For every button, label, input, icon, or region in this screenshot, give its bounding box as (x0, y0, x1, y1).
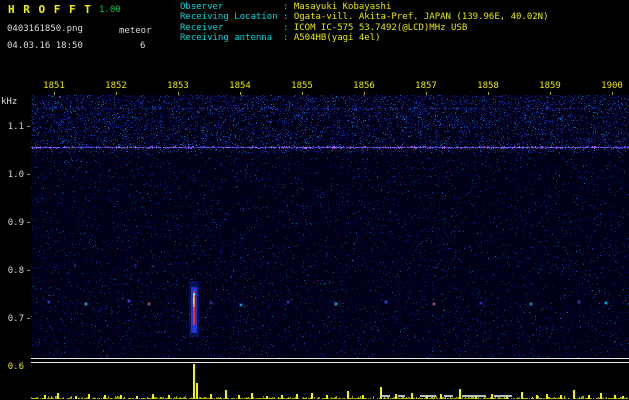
frequency-axis: 1.1 1.0 0.9 0.8 0.7 0.6 (0, 0, 30, 400)
time-axis: 1851 1852 1853 1854 1855 1856 1857 1858 1859 1900 (0, 81, 629, 96)
spectrogram-canvas (31, 95, 629, 358)
freq-tick-mark (27, 126, 30, 127)
time-tick-label: 1858 (477, 81, 499, 91)
info-value: Ogata-vill. Akita-Pref. JAPAN (139.96E, … (293, 12, 549, 23)
time-tick-label: 1859 (539, 81, 561, 91)
freq-tick-label: 1.1 (7, 122, 24, 132)
station-info: Observer: Masayuki Kobayashi Receiving Lo… (180, 2, 549, 44)
time-tick-label: 1900 (601, 81, 623, 91)
info-value: A504HB(yagi 4el) (293, 33, 381, 44)
freq-tick-mark (27, 270, 30, 271)
time-tick-label: 1857 (415, 81, 437, 91)
info-row: Observer: Masayuki Kobayashi (180, 2, 549, 12)
freq-tick-label: 0.9 (7, 218, 24, 228)
time-tick-label: 1855 (291, 81, 313, 91)
info-separator: : (283, 12, 294, 23)
info-label: Receiver (180, 22, 224, 33)
freq-tick-label: 1.0 (7, 170, 24, 180)
freq-tick-label: 0.8 (7, 266, 24, 276)
time-tick-label: 1853 (167, 81, 189, 91)
time-tick-label: 1856 (353, 81, 375, 91)
freq-tick-mark (27, 174, 30, 175)
info-label: Observer (180, 2, 224, 12)
activity-strip-canvas (31, 358, 629, 400)
info-row: Receiver: ICOM IC-575 53.7492(@LCD)MHz U… (180, 23, 549, 33)
info-row: Receiving Location: Ogata-vill. Akita-Pr… (180, 12, 549, 22)
info-separator: : (283, 22, 294, 33)
info-label: Receiving Location (180, 12, 278, 23)
freq-tick-mark (27, 318, 30, 319)
info-value: Masayuki Kobayashi (293, 2, 392, 12)
freq-tick-mark (27, 222, 30, 223)
app-version: 1.00 (99, 5, 121, 15)
time-tick-label: 1854 (229, 81, 251, 91)
info-row: Receiving antenna: A504HB(yagi 4el) (180, 33, 549, 43)
meteor-count: 6 (140, 41, 146, 51)
info-separator: : (283, 33, 294, 44)
info-value: ICOM IC-575 53.7492(@LCD)MHz USB (293, 22, 468, 33)
info-label: Receiving antenna (180, 33, 273, 44)
hrofft-window: H R O F F T 1.00 0403161850.png meteor 0… (0, 0, 629, 400)
freq-tick-label: 0.7 (7, 314, 24, 324)
mode-label: meteor (119, 26, 152, 36)
time-tick-label: 1851 (43, 81, 65, 91)
time-tick-label: 1852 (105, 81, 127, 91)
freq-tick-label: 0.6 (7, 362, 24, 372)
info-separator: : (283, 2, 294, 12)
